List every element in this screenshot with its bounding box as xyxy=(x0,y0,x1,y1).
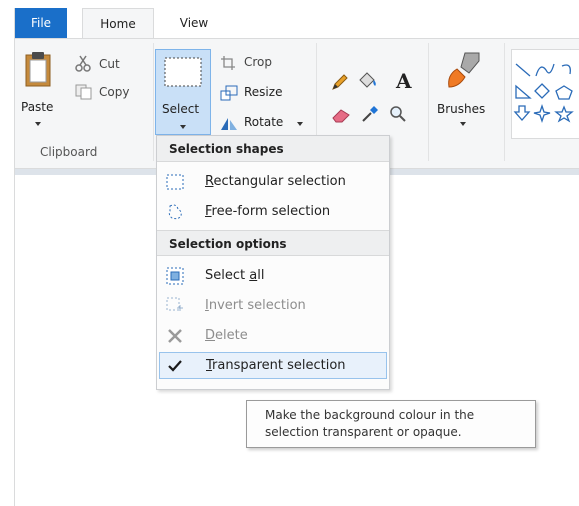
rotate-icon xyxy=(221,118,237,130)
rectangle-select-icon xyxy=(166,174,184,190)
paste-label: Paste xyxy=(21,100,54,114)
rotate-label: Rotate xyxy=(244,115,284,129)
paste-button[interactable]: Paste xyxy=(19,51,61,135)
brushes-button[interactable]: Brushes xyxy=(431,51,495,135)
color-picker-icon[interactable] xyxy=(361,105,379,123)
cut-label: Cut xyxy=(99,57,120,71)
menu-section-header: Selection shapes xyxy=(157,136,389,162)
freeform-select-icon xyxy=(168,204,182,220)
copy-icon xyxy=(75,84,92,100)
select-all-label: Select all xyxy=(205,268,265,283)
paste-dropdown-arrow xyxy=(35,122,41,126)
tab-view[interactable]: View xyxy=(165,8,223,38)
transparent-selection-item[interactable]: Transparent selection xyxy=(159,352,387,379)
tooltip-line: selection transparent or opaque. xyxy=(265,425,462,439)
brushes-dropdown-arrow xyxy=(460,122,466,126)
fill-bucket-icon[interactable] xyxy=(356,71,378,91)
delete-label: Delete xyxy=(205,328,248,343)
clipboard-group-label: Clipboard xyxy=(40,145,98,159)
tooltip: Make the background colour in the select… xyxy=(246,400,536,448)
copy-label: Copy xyxy=(99,85,130,99)
cut-button[interactable]: Cut xyxy=(75,55,139,75)
select-all-icon xyxy=(166,267,184,285)
group-divider xyxy=(428,43,429,161)
tab-file[interactable]: File xyxy=(15,8,67,38)
brushes-label: Brushes xyxy=(437,102,486,116)
rectangular-selection-item[interactable]: Rectangular selection xyxy=(159,168,387,195)
menu-section-header: Selection options xyxy=(157,230,389,256)
shapes-icon xyxy=(513,63,574,124)
delete-item[interactable]: Delete xyxy=(159,322,387,349)
invert-selection-icon xyxy=(166,297,183,311)
resize-button[interactable]: Resize xyxy=(220,83,294,103)
magnifier-icon[interactable] xyxy=(389,105,407,123)
text-tool-icon[interactable]: A xyxy=(396,69,412,93)
clipboard-icon xyxy=(25,52,51,87)
checkmark-icon xyxy=(168,360,182,372)
crop-label: Crop xyxy=(244,55,273,69)
freeform-selection-item[interactable]: Free-form selection xyxy=(159,198,387,225)
tooltip-line: Make the background colour in the xyxy=(265,408,475,422)
select-dropdown-arrow xyxy=(180,125,186,129)
copy-button[interactable]: Copy xyxy=(75,83,147,103)
paint-window: File Home View Paste Cut Copy Clipboard … xyxy=(14,8,579,506)
rotate-dropdown-arrow xyxy=(297,122,303,126)
pencil-icon[interactable] xyxy=(331,73,349,91)
crop-button[interactable]: Crop xyxy=(220,53,290,73)
group-divider xyxy=(153,43,154,161)
rectangle-select-icon xyxy=(164,57,202,87)
tab-home[interactable]: Home xyxy=(82,8,154,39)
shapes-gallery[interactable] xyxy=(511,49,579,139)
select-all-item[interactable]: Select all xyxy=(159,262,387,289)
select-button[interactable]: Select xyxy=(155,49,211,135)
ribbon-tabs: File Home View xyxy=(15,8,579,39)
brush-icon xyxy=(448,52,480,88)
invert-selection-label: Invert selection xyxy=(205,298,306,313)
select-label: Select xyxy=(162,102,200,116)
rectangular-selection-label: Rectangular selection xyxy=(205,174,346,189)
select-dropdown-menu: Selection shapes Rectangular selection F… xyxy=(156,135,390,390)
eraser-icon[interactable] xyxy=(331,107,351,123)
scissors-icon xyxy=(75,55,91,72)
rotate-button[interactable]: Rotate xyxy=(220,113,306,133)
delete-icon xyxy=(168,329,182,343)
group-divider xyxy=(504,43,505,161)
resize-label: Resize xyxy=(244,85,283,99)
resize-icon xyxy=(220,85,238,101)
freeform-selection-label: Free-form selection xyxy=(205,204,331,219)
crop-icon xyxy=(221,56,235,70)
transparent-selection-label: Transparent selection xyxy=(206,358,346,373)
invert-selection-item[interactable]: Invert selection xyxy=(159,292,387,319)
